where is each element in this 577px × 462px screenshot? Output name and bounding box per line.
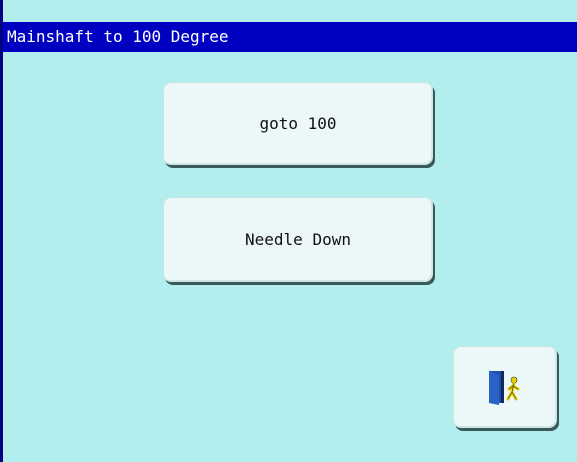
- needle-down-label: Needle Down: [245, 230, 351, 249]
- exit-button[interactable]: [453, 346, 557, 428]
- needle-down-button[interactable]: Needle Down: [163, 197, 433, 282]
- window-title: Mainshaft to 100 Degree: [3, 22, 577, 52]
- screen: Mainshaft to 100 Degree goto 100 Needle …: [0, 0, 577, 462]
- exit-door-icon: [487, 367, 523, 407]
- goto-100-label: goto 100: [259, 114, 337, 133]
- goto-100-button[interactable]: goto 100: [163, 82, 433, 165]
